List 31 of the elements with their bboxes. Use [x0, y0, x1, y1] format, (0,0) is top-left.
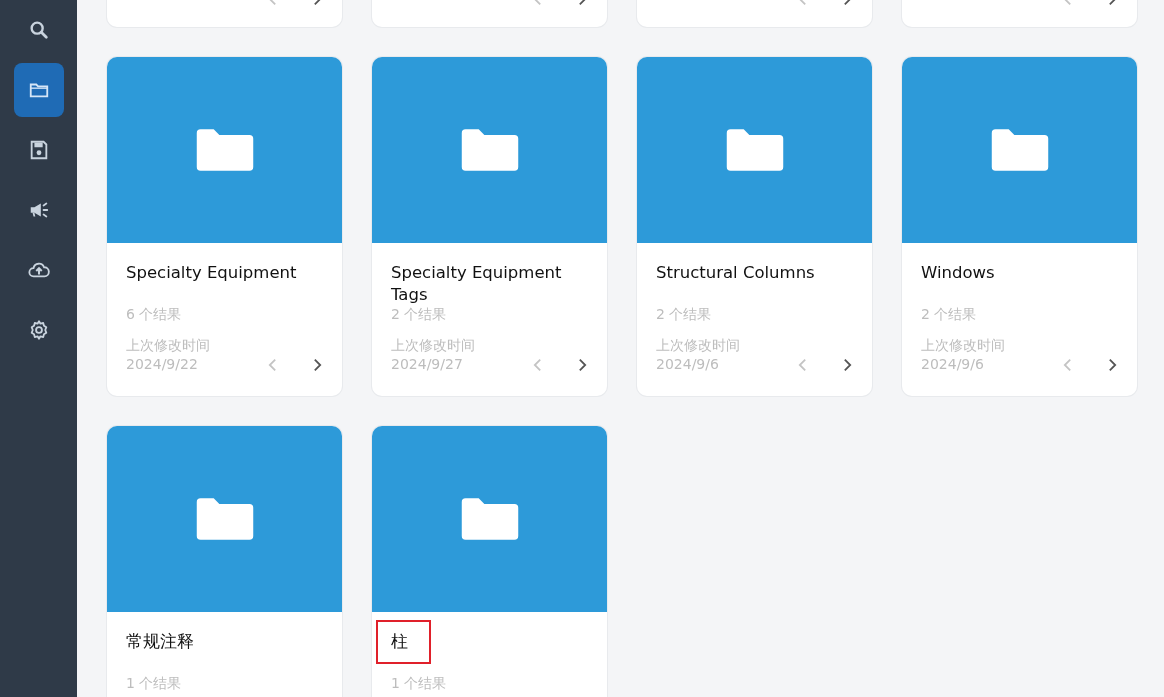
- chevron-right-icon: [578, 358, 587, 372]
- result-count: 2 个结果: [656, 305, 713, 324]
- modified-date: 2024/9/22: [126, 355, 199, 374]
- chevron-right-icon: [1108, 358, 1117, 372]
- chevron-left-icon: [798, 358, 807, 372]
- folder-card[interactable]: 柱 1 个结果: [372, 426, 607, 697]
- next-button[interactable]: [843, 356, 852, 374]
- card-title: 柱: [391, 631, 409, 653]
- chevron-left-icon: [1063, 358, 1072, 372]
- modified-date: 2024/9/27: [391, 355, 464, 374]
- modified-date: 2024/9/6: [656, 355, 720, 374]
- modified-date: 2024/9/6: [921, 355, 985, 374]
- card-title: Specialty Equipment: [126, 262, 298, 284]
- result-count: 1 个结果: [126, 674, 183, 693]
- next-button[interactable]: [313, 356, 322, 374]
- next-button[interactable]: [1108, 356, 1117, 374]
- result-count: 2 个结果: [921, 305, 978, 324]
- card-title: Structural Columns: [656, 262, 816, 284]
- sidebar-item[interactable]: [13, 63, 64, 117]
- folder-card[interactable]: 常规注释 1 个结果: [107, 426, 342, 697]
- chevron-left-icon: [268, 358, 277, 372]
- next-button[interactable]: [578, 356, 587, 374]
- chevron-right-icon: [313, 358, 322, 372]
- chevron-left-icon: [533, 358, 542, 372]
- chevron-right-icon: [843, 358, 852, 372]
- card-title: 常规注释: [126, 631, 195, 653]
- result-count: 1 个结果: [391, 674, 448, 693]
- card-title: Windows: [921, 262, 996, 284]
- result-count: 2 个结果: [391, 305, 448, 324]
- card-title: Specialty Equipment Tags: [391, 262, 563, 306]
- result-count: 6 个结果: [126, 305, 183, 324]
